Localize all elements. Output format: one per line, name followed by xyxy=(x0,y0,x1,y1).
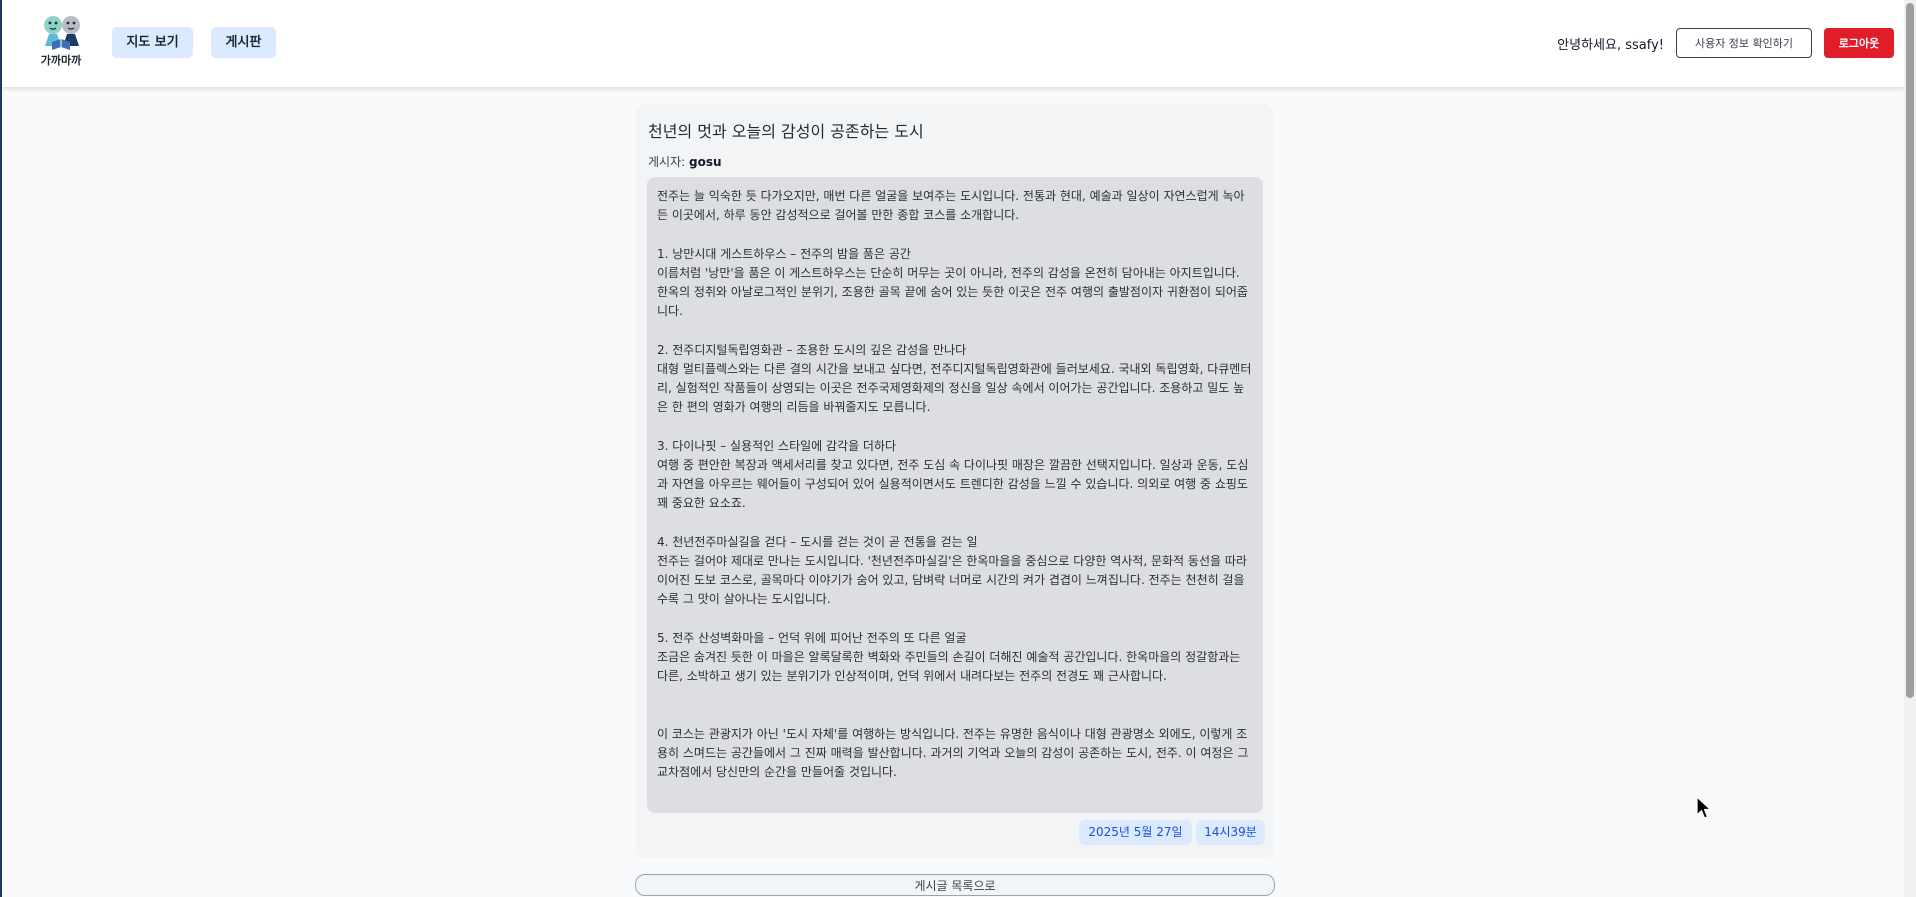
logout-button[interactable]: 로그아웃 xyxy=(1824,28,1894,58)
top-header: 가까마까 지도 보기 게시판 안녕하세요, ssafy! 사용자 정보 확인하기… xyxy=(2,0,1906,87)
post-time-badge: 14시39분 xyxy=(1196,820,1265,845)
post-body: 전주는 늘 익숙한 듯 다가오지만, 매번 다른 얼굴을 보여주는 도시입니다.… xyxy=(647,177,1263,813)
vertical-scrollbar[interactable] xyxy=(1904,0,1916,897)
user-info-button[interactable]: 사용자 정보 확인하기 xyxy=(1676,28,1812,58)
author-name: gosu xyxy=(688,155,722,169)
logo-text: 가까마까 xyxy=(40,54,82,67)
post-date-badge: 2025년 5월 27일 xyxy=(1079,820,1192,845)
post-title: 천년의 멋과 오늘의 감성이 공존하는 도시 xyxy=(648,122,924,141)
author-prefix: 게시자: xyxy=(648,155,689,169)
home-logo[interactable]: 가까마까 xyxy=(28,12,94,74)
mouse-cursor-icon xyxy=(1696,796,1712,819)
nav-board-button[interactable]: 게시판 xyxy=(211,27,276,58)
back-to-list-button[interactable]: 게시글 목록으로 xyxy=(635,874,1275,896)
scrollbar-thumb[interactable] xyxy=(1906,3,1914,698)
mascot-logo-icon xyxy=(44,16,80,50)
post-card: 천년의 멋과 오늘의 감성이 공존하는 도시 게시자: gosu 전주는 늘 익… xyxy=(636,104,1274,858)
user-greeting: 안녕하세요, ssafy! xyxy=(1557,38,1664,53)
app-window: 가까마까 지도 보기 게시판 안녕하세요, ssafy! 사용자 정보 확인하기… xyxy=(0,0,1916,897)
post-author-line: 게시자: gosu xyxy=(648,153,722,170)
nav-map-button[interactable]: 지도 보기 xyxy=(112,27,193,58)
